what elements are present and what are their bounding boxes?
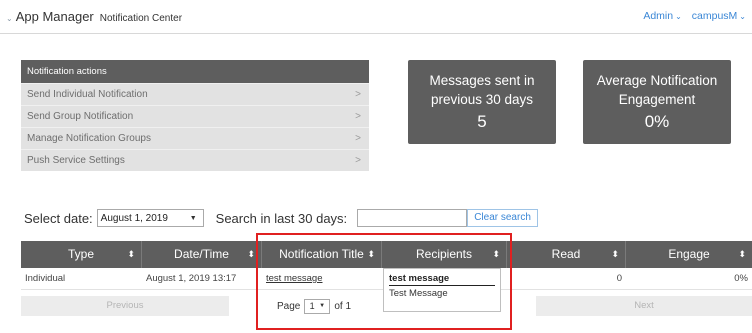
chevron-right-icon: > <box>355 111 361 122</box>
cell-type: Individual <box>25 273 66 284</box>
app-section-title: Notification Center <box>99 13 183 24</box>
sort-icon: ⬍ <box>247 249 255 259</box>
sort-icon: ⬍ <box>611 249 619 259</box>
highlight-annotation <box>256 233 512 330</box>
stat-value: 0% <box>644 112 670 131</box>
search-input[interactable] <box>357 209 468 227</box>
col-engage[interactable]: Engage ⬍ <box>626 241 752 268</box>
date-label: Select date: <box>24 210 93 226</box>
col-datetime[interactable]: Date/Time ⬍ <box>142 241 262 268</box>
app-title-group[interactable]: ⌄ App Manager Notification Center <box>6 9 182 24</box>
stat-messages-sent: Messages sent in previous 30 days 5 <box>408 60 556 144</box>
stat-engagement: Average Notification Engagement 0% <box>583 60 731 144</box>
admin-menu[interactable]: Admin ⌄ <box>643 10 681 22</box>
cell-engage: 0% <box>734 273 748 284</box>
col-type[interactable]: Type ⬍ <box>21 241 142 268</box>
previous-button[interactable]: Previous <box>21 296 229 316</box>
chevron-right-icon: > <box>355 133 361 144</box>
next-button[interactable]: Next <box>536 296 752 316</box>
campus-menu[interactable]: campusM ⌄ <box>692 10 746 22</box>
sort-icon: ⬍ <box>127 249 135 259</box>
actions-header: Notification actions <box>21 60 369 83</box>
notification-actions-panel: Notification actions Send Individual Not… <box>21 60 369 171</box>
search-label: Search in last 30 days: <box>215 210 348 226</box>
clear-search-button[interactable]: Clear search <box>467 209 538 227</box>
action-push-settings[interactable]: Push Service Settings > <box>21 149 369 171</box>
stat-value: 5 <box>477 112 487 131</box>
caret-down-icon: ▼ <box>189 214 197 222</box>
app-name: App Manager <box>15 9 94 24</box>
chevron-right-icon: > <box>355 89 361 100</box>
chevron-down-icon: ⌄ <box>675 12 682 21</box>
chevron-right-icon: > <box>355 155 361 166</box>
user-menu: Admin ⌄ campusM ⌄ <box>643 10 746 22</box>
sort-icon: ⬍ <box>738 249 746 259</box>
date-select[interactable]: August 1, 2019 ▼ <box>96 209 204 227</box>
chevron-down-icon[interactable]: ⌄ <box>6 14 13 23</box>
action-manage-groups[interactable]: Manage Notification Groups > <box>21 127 369 149</box>
top-bar: ⌄ App Manager Notification Center Admin ⌄… <box>0 0 752 34</box>
cell-read: 0 <box>616 273 622 284</box>
chevron-down-icon: ⌄ <box>739 12 746 21</box>
action-send-individual[interactable]: Send Individual Notification > <box>21 83 369 105</box>
cell-datetime: August 1, 2019 13:17 <box>146 273 237 284</box>
filter-bar: Select date: August 1, 2019 ▼ Search in … <box>24 208 538 228</box>
col-read[interactable]: Read ⬍ <box>507 241 626 268</box>
action-send-group[interactable]: Send Group Notification > <box>21 105 369 127</box>
